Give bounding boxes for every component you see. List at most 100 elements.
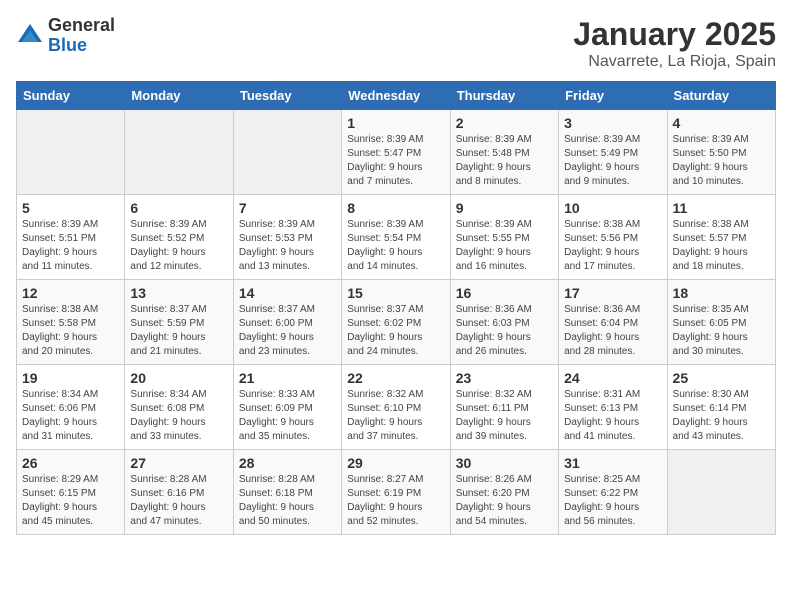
day-number: 22 <box>347 370 444 386</box>
calendar-cell: 5 Sunrise: 8:39 AM Sunset: 5:51 PM Daylig… <box>17 195 125 280</box>
calendar-week-row: 1 Sunrise: 8:39 AM Sunset: 5:47 PM Daylig… <box>17 110 776 195</box>
day-info: Sunrise: 8:39 AM Sunset: 5:47 PM Dayligh… <box>347 133 444 189</box>
day-number: 9 <box>456 200 553 216</box>
calendar-cell: 16 Sunrise: 8:36 AM Sunset: 6:03 PM Dayli… <box>450 280 558 365</box>
day-number: 2 <box>456 115 553 131</box>
header-cell: Friday <box>559 82 667 110</box>
day-number: 3 <box>564 115 661 131</box>
day-number: 27 <box>130 455 227 471</box>
day-number: 15 <box>347 285 444 301</box>
calendar-body: 1 Sunrise: 8:39 AM Sunset: 5:47 PM Daylig… <box>17 110 776 535</box>
day-number: 7 <box>239 200 336 216</box>
day-number: 25 <box>673 370 770 386</box>
calendar-cell: 19 Sunrise: 8:34 AM Sunset: 6:06 PM Dayli… <box>17 365 125 450</box>
calendar-cell: 11 Sunrise: 8:38 AM Sunset: 5:57 PM Dayli… <box>667 195 775 280</box>
day-number: 5 <box>22 200 119 216</box>
header-cell: Monday <box>125 82 233 110</box>
calendar-week-row: 26 Sunrise: 8:29 AM Sunset: 6:15 PM Dayli… <box>17 450 776 535</box>
header-cell: Saturday <box>667 82 775 110</box>
day-info: Sunrise: 8:39 AM Sunset: 5:53 PM Dayligh… <box>239 218 336 274</box>
calendar-cell: 29 Sunrise: 8:27 AM Sunset: 6:19 PM Dayli… <box>342 450 450 535</box>
calendar-cell: 6 Sunrise: 8:39 AM Sunset: 5:52 PM Daylig… <box>125 195 233 280</box>
day-info: Sunrise: 8:35 AM Sunset: 6:05 PM Dayligh… <box>673 303 770 359</box>
calendar-cell: 12 Sunrise: 8:38 AM Sunset: 5:58 PM Dayli… <box>17 280 125 365</box>
day-number: 14 <box>239 285 336 301</box>
logo-blue: Blue <box>48 36 115 56</box>
day-info: Sunrise: 8:32 AM Sunset: 6:10 PM Dayligh… <box>347 388 444 444</box>
day-info: Sunrise: 8:34 AM Sunset: 6:08 PM Dayligh… <box>130 388 227 444</box>
day-info: Sunrise: 8:33 AM Sunset: 6:09 PM Dayligh… <box>239 388 336 444</box>
day-info: Sunrise: 8:39 AM Sunset: 5:51 PM Dayligh… <box>22 218 119 274</box>
day-info: Sunrise: 8:38 AM Sunset: 5:58 PM Dayligh… <box>22 303 119 359</box>
header: General Blue January 2025 Navarrete, La … <box>16 16 776 71</box>
day-info: Sunrise: 8:39 AM Sunset: 5:55 PM Dayligh… <box>456 218 553 274</box>
calendar-cell: 23 Sunrise: 8:32 AM Sunset: 6:11 PM Dayli… <box>450 365 558 450</box>
calendar-week-row: 5 Sunrise: 8:39 AM Sunset: 5:51 PM Daylig… <box>17 195 776 280</box>
day-number: 1 <box>347 115 444 131</box>
calendar-table: SundayMondayTuesdayWednesdayThursdayFrid… <box>16 81 776 535</box>
day-info: Sunrise: 8:32 AM Sunset: 6:11 PM Dayligh… <box>456 388 553 444</box>
day-info: Sunrise: 8:29 AM Sunset: 6:15 PM Dayligh… <box>22 473 119 529</box>
day-number: 10 <box>564 200 661 216</box>
day-info: Sunrise: 8:39 AM Sunset: 5:49 PM Dayligh… <box>564 133 661 189</box>
day-info: Sunrise: 8:25 AM Sunset: 6:22 PM Dayligh… <box>564 473 661 529</box>
day-number: 28 <box>239 455 336 471</box>
day-number: 16 <box>456 285 553 301</box>
calendar-cell: 2 Sunrise: 8:39 AM Sunset: 5:48 PM Daylig… <box>450 110 558 195</box>
day-info: Sunrise: 8:30 AM Sunset: 6:14 PM Dayligh… <box>673 388 770 444</box>
calendar-subtitle: Navarrete, La Rioja, Spain <box>573 53 776 71</box>
day-info: Sunrise: 8:38 AM Sunset: 5:56 PM Dayligh… <box>564 218 661 274</box>
calendar-header: SundayMondayTuesdayWednesdayThursdayFrid… <box>17 82 776 110</box>
day-number: 20 <box>130 370 227 386</box>
day-number: 8 <box>347 200 444 216</box>
calendar-cell: 9 Sunrise: 8:39 AM Sunset: 5:55 PM Daylig… <box>450 195 558 280</box>
calendar-cell: 3 Sunrise: 8:39 AM Sunset: 5:49 PM Daylig… <box>559 110 667 195</box>
day-info: Sunrise: 8:36 AM Sunset: 6:04 PM Dayligh… <box>564 303 661 359</box>
calendar-cell: 26 Sunrise: 8:29 AM Sunset: 6:15 PM Dayli… <box>17 450 125 535</box>
day-number: 26 <box>22 455 119 471</box>
day-number: 29 <box>347 455 444 471</box>
day-info: Sunrise: 8:28 AM Sunset: 6:16 PM Dayligh… <box>130 473 227 529</box>
calendar-cell <box>667 450 775 535</box>
header-cell: Tuesday <box>233 82 341 110</box>
calendar-cell: 21Sunrise: 8:33 AM Sunset: 6:09 PM Dayli… <box>233 365 341 450</box>
day-info: Sunrise: 8:31 AM Sunset: 6:13 PM Dayligh… <box>564 388 661 444</box>
calendar-cell: 4Sunrise: 8:39 AM Sunset: 5:50 PM Daylig… <box>667 110 775 195</box>
day-info: Sunrise: 8:38 AM Sunset: 5:57 PM Dayligh… <box>673 218 770 274</box>
day-info: Sunrise: 8:39 AM Sunset: 5:48 PM Dayligh… <box>456 133 553 189</box>
calendar-cell <box>125 110 233 195</box>
calendar-cell: 14 Sunrise: 8:37 AM Sunset: 6:00 PM Dayli… <box>233 280 341 365</box>
calendar-cell: 17 Sunrise: 8:36 AM Sunset: 6:04 PM Dayli… <box>559 280 667 365</box>
calendar-cell: 7 Sunrise: 8:39 AM Sunset: 5:53 PM Daylig… <box>233 195 341 280</box>
logo: General Blue <box>16 16 115 56</box>
day-number: 12 <box>22 285 119 301</box>
day-info: Sunrise: 8:27 AM Sunset: 6:19 PM Dayligh… <box>347 473 444 529</box>
day-info: Sunrise: 8:37 AM Sunset: 6:00 PM Dayligh… <box>239 303 336 359</box>
calendar-cell <box>233 110 341 195</box>
day-info: Sunrise: 8:37 AM Sunset: 6:02 PM Dayligh… <box>347 303 444 359</box>
calendar-cell: 27 Sunrise: 8:28 AM Sunset: 6:16 PM Dayli… <box>125 450 233 535</box>
calendar-cell: 25 Sunrise: 8:30 AM Sunset: 6:14 PM Dayli… <box>667 365 775 450</box>
day-number: 18 <box>673 285 770 301</box>
header-cell: Thursday <box>450 82 558 110</box>
day-number: 11 <box>673 200 770 216</box>
calendar-week-row: 19 Sunrise: 8:34 AM Sunset: 6:06 PM Dayli… <box>17 365 776 450</box>
calendar-cell: 30Sunrise: 8:26 AM Sunset: 6:20 PM Dayli… <box>450 450 558 535</box>
calendar-cell: 15 Sunrise: 8:37 AM Sunset: 6:02 PM Dayli… <box>342 280 450 365</box>
header-row: SundayMondayTuesdayWednesdayThursdayFrid… <box>17 82 776 110</box>
day-number: 19 <box>22 370 119 386</box>
day-info: Sunrise: 8:36 AM Sunset: 6:03 PM Dayligh… <box>456 303 553 359</box>
day-info: Sunrise: 8:28 AM Sunset: 6:18 PM Dayligh… <box>239 473 336 529</box>
day-info: Sunrise: 8:39 AM Sunset: 5:52 PM Dayligh… <box>130 218 227 274</box>
day-info: Sunrise: 8:34 AM Sunset: 6:06 PM Dayligh… <box>22 388 119 444</box>
header-cell: Wednesday <box>342 82 450 110</box>
calendar-cell: 10 Sunrise: 8:38 AM Sunset: 5:56 PM Dayli… <box>559 195 667 280</box>
day-number: 6 <box>130 200 227 216</box>
day-info: Sunrise: 8:39 AM Sunset: 5:50 PM Dayligh… <box>673 133 770 189</box>
calendar-week-row: 12 Sunrise: 8:38 AM Sunset: 5:58 PM Dayli… <box>17 280 776 365</box>
calendar-cell: 8Sunrise: 8:39 AM Sunset: 5:54 PM Daylig… <box>342 195 450 280</box>
day-number: 17 <box>564 285 661 301</box>
calendar-cell: 22 Sunrise: 8:32 AM Sunset: 6:10 PM Dayli… <box>342 365 450 450</box>
day-number: 23 <box>456 370 553 386</box>
calendar-cell: 24Sunrise: 8:31 AM Sunset: 6:13 PM Dayli… <box>559 365 667 450</box>
